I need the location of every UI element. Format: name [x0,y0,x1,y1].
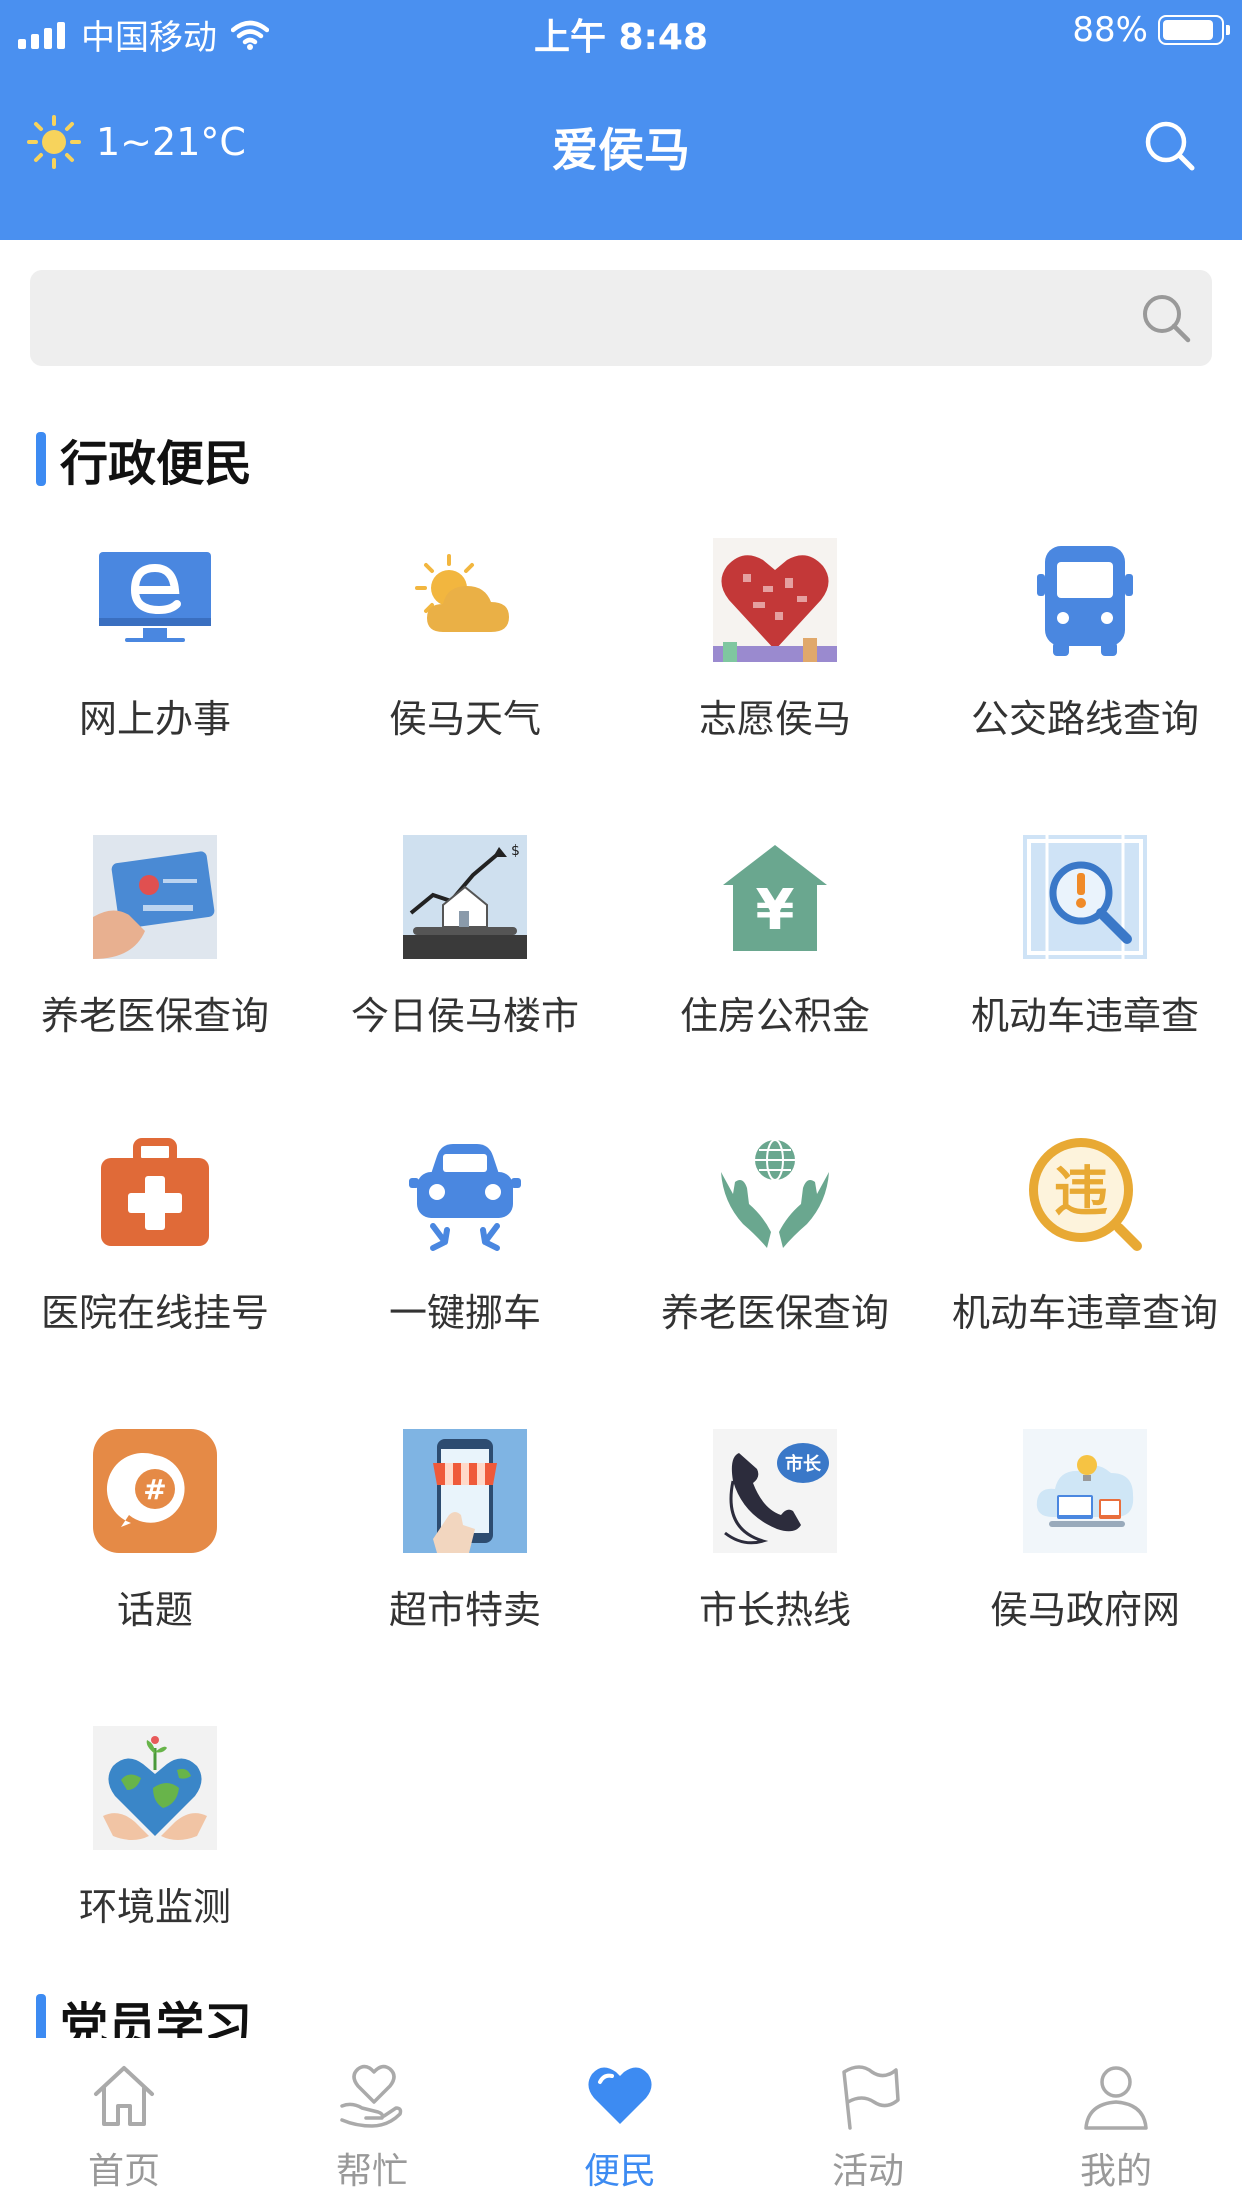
tab-label: 帮忙 [335,2151,408,2192]
move-car-icon [409,1144,521,1251]
tab-label: 便民 [583,2151,656,2192]
home-icon [94,2066,154,2126]
nav-bar: 1~21°C 爱侯马 [0,100,1242,190]
service-label: 今日侯马楼市 [350,994,579,1038]
service-tile-housing-market[interactable]: $ 今日侯马楼市 [310,807,620,1104]
service-label: 住房公积金 [679,994,870,1038]
tab-home[interactable]: 首页 [0,2038,248,2208]
service-label: 公交路线查询 [970,697,1199,741]
service-tile-hospital-registration[interactable]: 医院在线挂号 [0,1104,310,1401]
tab-activities[interactable]: 活动 [744,2038,992,2208]
bus-icon [1037,546,1133,656]
status-right: 88% [1072,10,1230,50]
service-label: 市长热线 [698,1588,851,1632]
service-tile-government-website[interactable]: 侯马政府网 [930,1401,1240,1698]
flag-icon [842,2065,900,2130]
mayor-hotline-icon: 市长 [713,1429,837,1553]
service-label: 话题 [116,1588,193,1632]
service-label: 侯马政府网 [989,1588,1180,1632]
service-label: 养老医保查询 [660,1291,889,1335]
service-tile-volunteer[interactable]: 志愿侯马 [620,510,930,807]
status-time: 上午 8:48 [533,17,709,58]
section-title-text: 行政便民 [60,436,253,492]
search-bar[interactable] [30,270,1212,366]
service-label: 侯马天气 [388,697,541,741]
service-label: 环境监测 [78,1885,231,1929]
service-tile-move-car[interactable]: 一键挪车 [310,1104,620,1401]
tab-convenience[interactable]: 便民 [496,2038,744,2208]
insurance-card-icon [93,835,217,959]
service-tile-topic[interactable]: # 话题 [0,1401,310,1698]
environment-earth-icon [93,1726,217,1850]
svg-text:违: 违 [1054,1160,1108,1223]
battery-percent: 88% [1072,10,1148,50]
service-tile-weather[interactable]: 侯马天气 [310,510,620,807]
section-accent-bar [36,432,46,486]
weather-sun-cloud-icon [415,554,509,632]
service-tile-pension-insurance[interactable]: 养老医保查询 [0,807,310,1104]
heart-icon [588,2067,652,2124]
globe-hands-icon [721,1139,829,1248]
service-tile-supermarket[interactable]: 超市特卖 [310,1401,620,1698]
search-icon[interactable] [1142,118,1198,174]
supermarket-icon [403,1429,527,1553]
tab-profile[interactable]: 我的 [992,2038,1240,2208]
tab-help[interactable]: 帮忙 [248,2038,496,2208]
app-header: 中国移动 上午 8:48 88% 1~21°C 爱侯马 [0,0,1242,240]
tab-label: 首页 [87,2151,160,2192]
service-label: 养老医保查询 [40,994,269,1038]
user-icon [1084,2066,1148,2130]
volunteer-heart-icon [713,538,837,662]
service-tile-pension-insurance-2[interactable]: 养老医保查询 [620,1104,930,1401]
service-label: 超市特卖 [388,1588,541,1632]
service-tile-bus-route[interactable]: 公交路线查询 [930,510,1240,807]
help-heart-hand-icon [340,2064,403,2128]
housing-fund-icon: ¥ [723,845,827,951]
tab-label: 我的 [1079,2151,1152,2192]
tab-label: 活动 [831,2151,904,2192]
service-tile-vehicle-violation-query[interactable]: 违 机动车违章查询 [930,1104,1240,1401]
service-tile-vehicle-violation[interactable]: 机动车违章查 [930,807,1240,1104]
service-label: 一键挪车 [388,1291,541,1335]
service-label: 医院在线挂号 [40,1291,269,1335]
government-website-icon [1023,1429,1147,1553]
status-bar: 中国移动 上午 8:48 88% [0,0,1242,62]
service-tile-environment-monitoring[interactable]: 环境监测 [0,1698,310,1995]
vehicle-violation-search-icon [1023,835,1147,959]
e-government-monitor-icon [99,552,211,642]
service-tile-online-affairs[interactable]: 网上办事 [0,510,310,807]
svg-text:$: $ [511,843,520,859]
svg-text:¥: ¥ [756,878,795,943]
medical-kit-icon [101,1138,209,1246]
violation-badge-icon: 违 [1029,1138,1142,1251]
bottom-tab-bar: 首页 帮忙 便民 活动 我的 [0,2038,1242,2208]
housing-market-icon: $ [403,835,527,959]
service-tile-mayor-hotline[interactable]: 市长 市长热线 [620,1401,930,1698]
search-icon[interactable] [1138,290,1194,346]
mayor-badge-text: 市长 [785,1453,822,1475]
service-label: 网上办事 [78,697,231,741]
svg-text:#: # [143,1473,166,1506]
topic-hashtag-icon: # [93,1429,217,1553]
search-input[interactable] [30,270,1130,366]
service-label: 志愿侯马 [698,697,851,741]
service-label: 机动车违章查 [970,994,1199,1038]
app-title: 爱侯马 [552,123,690,177]
service-label: 机动车违章查询 [951,1291,1218,1335]
section-title-admin: 行政便民 [36,424,252,494]
service-tile-housing-fund[interactable]: ¥ 住房公积金 [620,807,930,1104]
battery-icon [1158,15,1230,45]
